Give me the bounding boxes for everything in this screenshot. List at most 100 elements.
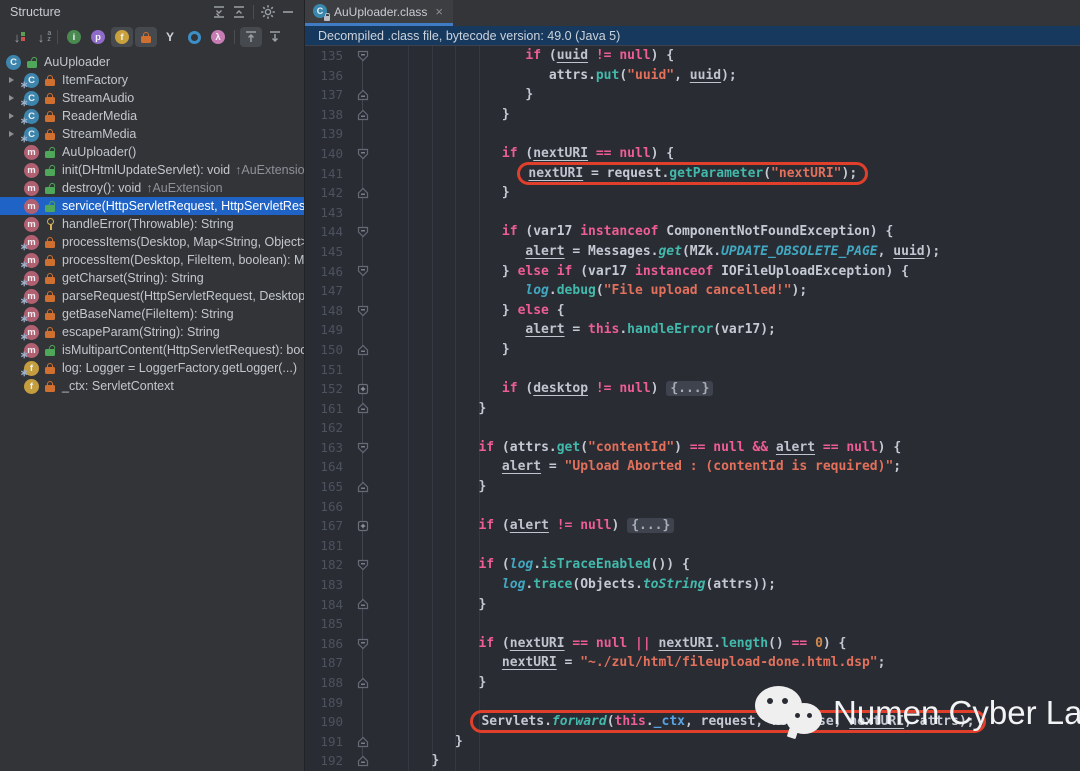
show-objects-icon[interactable] [183, 27, 205, 47]
show-properties-icon[interactable]: p [87, 27, 109, 47]
code-line-163[interactable]: 163 if (attrs.get("contentId") == null &… [305, 438, 1080, 458]
fold-marker-up-icon[interactable] [343, 595, 383, 615]
tree-item-processItem[interactable]: m∗processItem(Desktop, FileItem, boolean… [0, 251, 304, 269]
fold-marker-down-icon[interactable] [343, 144, 383, 164]
tab-close-icon[interactable]: × [435, 4, 443, 19]
code-line-139[interactable]: 139 [305, 124, 1080, 144]
tree-item-isMultipartContent[interactable]: m∗isMultipartContent(HttpServletRequest)… [0, 341, 304, 359]
tree-item-log[interactable]: f∗log: Logger = LoggerFactory.getLogger(… [0, 359, 304, 377]
tree-item-_ctx[interactable]: f_ctx: ServletContext [0, 377, 304, 395]
tree-item-StreamAudio[interactable]: C∗StreamAudio [0, 89, 304, 107]
code-line-166[interactable]: 166 [305, 497, 1080, 517]
tree-item-handleError[interactable]: mhandleError(Throwable): String [0, 215, 304, 233]
code-line-150[interactable]: 150 } [305, 340, 1080, 360]
code-line-143[interactable]: 143 [305, 203, 1080, 223]
folded-region-badge[interactable]: {...} [627, 518, 674, 533]
code-line-167[interactable]: 167 if (alert != null) {...} [305, 516, 1080, 536]
code-line-164[interactable]: 164 alert = "Upload Aborted : (contentId… [305, 457, 1080, 477]
code-line-165[interactable]: 165 } [305, 477, 1080, 497]
code-line-138[interactable]: 138 } [305, 105, 1080, 125]
chevron-right-icon[interactable] [9, 77, 14, 83]
code-line-136[interactable]: 136 attrs.put("uuid", uuid); [305, 66, 1080, 86]
fold-marker-down-icon[interactable] [343, 634, 383, 654]
fold-marker-down-icon[interactable] [343, 301, 383, 321]
show-fields-icon[interactable]: f [111, 27, 133, 47]
code-editor[interactable]: 135 if (uuid != null) {136 attrs.put("uu… [305, 46, 1080, 771]
fold-marker-up-icon[interactable] [343, 105, 383, 125]
code-line-151[interactable]: 151 [305, 360, 1080, 380]
tree-item-StreamMedia[interactable]: C∗StreamMedia [0, 125, 304, 143]
tree-item-getCharset[interactable]: m∗getCharset(String): String [0, 269, 304, 287]
code-line-183[interactable]: 183 log.trace(Objects.toString(attrs)); [305, 575, 1080, 595]
hide-panel-icon[interactable] [278, 2, 298, 22]
fold-marker-plus-icon[interactable] [343, 379, 383, 399]
tree-item-service[interactable]: mservice(HttpServletRequest, HttpServlet… [0, 197, 304, 215]
code-line-162[interactable]: 162 [305, 418, 1080, 438]
autoscroll-from-source-icon[interactable] [264, 27, 286, 47]
code-line-152[interactable]: 152 if (desktop != null) {...} [305, 379, 1080, 399]
tab-auuploader-class[interactable]: C AuUploader.class × [305, 0, 453, 26]
tree-item-ItemFactory[interactable]: C∗ItemFactory [0, 71, 304, 89]
code-line-192[interactable]: 192 } [305, 751, 1080, 771]
collapse-all-icon[interactable] [229, 2, 249, 22]
tree-item-processItems[interactable]: m∗processItems(Desktop, Map<String, Obje… [0, 233, 304, 251]
show-lambdas-icon[interactable]: λ [207, 27, 229, 47]
chevron-right-icon[interactable] [9, 95, 14, 101]
fold-marker-down-icon[interactable] [343, 438, 383, 458]
settings-gear-icon[interactable] [258, 2, 278, 22]
code-line-187[interactable]: 187 nextURI = "~./zul/html/fileupload-do… [305, 653, 1080, 673]
code-line-146[interactable]: 146 } else if (var17 instanceof IOFileUp… [305, 262, 1080, 282]
sort-alphabetically-icon[interactable]: ↓az [30, 27, 52, 47]
fold-marker-down-icon[interactable] [343, 262, 383, 282]
folded-region-badge[interactable]: {...} [666, 381, 713, 396]
code-line-144[interactable]: 144 if (var17 instanceof ComponentNotFou… [305, 222, 1080, 242]
code-line-149[interactable]: 149 alert = this.handleError(var17); [305, 320, 1080, 340]
code-line-137[interactable]: 137 } [305, 85, 1080, 105]
code-line-147[interactable]: 147 log.debug("File upload cancelled!"); [305, 281, 1080, 301]
code-line-135[interactable]: 135 if (uuid != null) { [305, 46, 1080, 66]
chevron-right-icon[interactable] [9, 131, 14, 137]
tree-item-AuUploader[interactable]: mAuUploader() [0, 143, 304, 161]
fold-marker-up-icon[interactable] [343, 477, 383, 497]
tree-item-parseRequest[interactable]: m∗parseRequest(HttpServletRequest, Deskt… [0, 287, 304, 305]
sort-by-visibility-icon[interactable]: ↓ [6, 27, 28, 47]
expand-all-icon[interactable] [209, 2, 229, 22]
line-number: 138 [305, 105, 343, 125]
tree-item-destroy[interactable]: mdestroy(): void↑AuExtension [0, 179, 304, 197]
code-line-186[interactable]: 186 if (nextURI == null || nextURI.lengt… [305, 634, 1080, 654]
watermark-text: Numen Cyber Labs [833, 694, 1080, 732]
code-line-181[interactable]: 181 [305, 536, 1080, 556]
code-line-161[interactable]: 161 } [305, 399, 1080, 419]
code-line-148[interactable]: 148 } else { [305, 301, 1080, 321]
code-line-145[interactable]: 145 alert = Messages.get(MZk.UPDATE_OBSO… [305, 242, 1080, 262]
show-non-public-icon[interactable] [135, 27, 157, 47]
fold-marker-up-icon[interactable] [343, 751, 383, 771]
tree-item-init[interactable]: minit(DHtmlUpdateServlet): void↑AuExtens… [0, 161, 304, 179]
chevron-right-icon[interactable] [9, 113, 14, 119]
fold-marker-plus-icon[interactable] [343, 516, 383, 536]
fold-marker-down-icon[interactable] [343, 555, 383, 575]
fold-marker-up-icon[interactable] [343, 183, 383, 203]
tree-item-ReaderMedia[interactable]: C∗ReaderMedia [0, 107, 304, 125]
code-line-182[interactable]: 182 if (log.isTraceEnabled()) { [305, 555, 1080, 575]
show-inherited-icon[interactable]: i [63, 27, 85, 47]
code-line-185[interactable]: 185 [305, 614, 1080, 634]
code-line-184[interactable]: 184 } [305, 595, 1080, 615]
autoscroll-to-source-icon[interactable] [240, 27, 262, 47]
show-anonymous-classes-icon[interactable]: Y [159, 27, 181, 47]
tree-item-label: getCharset(String): String [62, 271, 204, 285]
code-text: } [383, 85, 533, 105]
fold-marker-up-icon[interactable] [343, 85, 383, 105]
code-line-142[interactable]: 142 } [305, 183, 1080, 203]
fold-marker-up-icon[interactable] [343, 732, 383, 752]
fold-marker-down-icon[interactable] [343, 46, 383, 66]
tree-item-AuUploader[interactable]: CAuUploader [0, 53, 304, 71]
fold-marker-up-icon[interactable] [343, 399, 383, 419]
tree-item-escapeParam[interactable]: m∗escapeParam(String): String [0, 323, 304, 341]
fold-marker-up-icon[interactable] [343, 673, 383, 693]
tree-item-getBaseName[interactable]: m∗getBaseName(FileItem): String [0, 305, 304, 323]
code-line-140[interactable]: 140 if (nextURI == null) { [305, 144, 1080, 164]
fold-marker-down-icon[interactable] [343, 222, 383, 242]
code-line-141[interactable]: 141 nextURI = request.getParameter("next… [305, 164, 1080, 184]
fold-marker-up-icon[interactable] [343, 340, 383, 360]
